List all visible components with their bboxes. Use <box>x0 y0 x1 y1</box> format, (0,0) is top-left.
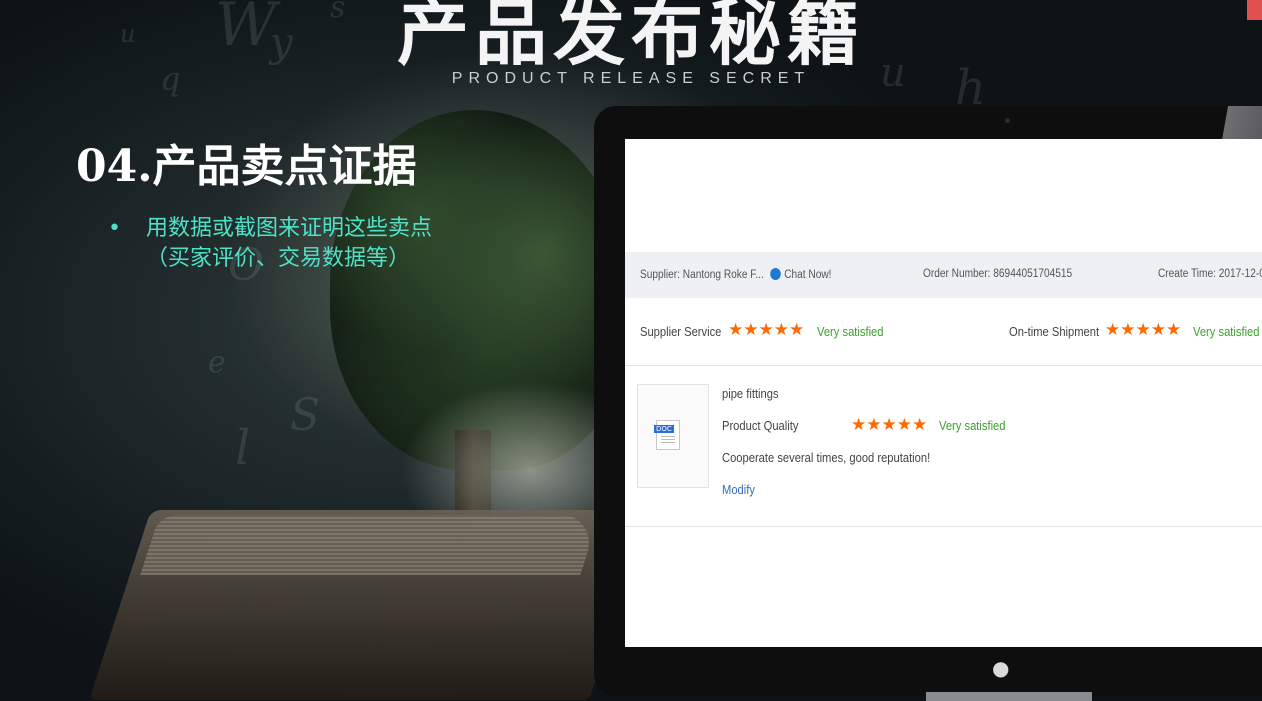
order-info-bar: Supplier: Nantong Roke F... Chat Now! Or… <box>625 252 1262 298</box>
product-thumbnail[interactable]: DOC <box>637 384 709 488</box>
product-quality-stars: ★★★★★ <box>851 415 928 434</box>
shipment-stars: ★★★★★ <box>1105 320 1182 339</box>
supplier-link[interactable]: Nantong Roke F... <box>683 269 764 281</box>
decor-letter: l <box>235 420 251 476</box>
product-name: pipe fittings <box>722 386 779 401</box>
order-number: Order Number: 86944051704515 <box>923 268 1072 280</box>
doc-lines <box>661 436 675 444</box>
shipment-label: On-time Shipment <box>1009 324 1100 339</box>
supplier-label: Supplier: <box>640 269 680 281</box>
create-time-value: 2017-12-0 <box>1218 268 1262 280</box>
section-title: 04.产品卖点证据 <box>76 141 417 192</box>
create-time: Create Time: 2017-12-0 <box>1158 268 1262 280</box>
bullet-line: 用数据或截图来证明这些卖点 <box>146 216 433 241</box>
bullet-marker: • <box>108 216 121 241</box>
doc-file-icon: DOC <box>654 420 680 450</box>
ratings-row: Supplier Service ★★★★★ Very satisfied On… <box>625 299 1262 366</box>
bullet-list: • 用数据或截图来证明这些卖点 （买家评价、交易数据等） <box>108 214 432 274</box>
product-quality-rating: Very satisfied <box>939 418 1006 433</box>
create-time-label: Create Time: <box>1158 268 1216 280</box>
product-quality-label: Product Quality <box>722 418 799 433</box>
modify-link[interactable]: Modify <box>722 482 755 497</box>
slide-subtitle: PRODUCT RELEASE SECRET <box>451 70 811 87</box>
webcam-icon <box>1005 118 1010 123</box>
decor-letter: S <box>290 390 321 441</box>
doc-tag: DOC <box>654 425 674 433</box>
order-number-label: Order Number: <box>923 268 991 280</box>
apple-logo-icon: ● <box>992 656 1010 680</box>
bullet-line: （买家评价、交易数据等） <box>146 246 411 271</box>
chat-now-link[interactable]: Chat Now! <box>784 269 831 281</box>
supplier-service-stars: ★★★★★ <box>728 320 805 339</box>
review-screenshot: Supplier: Nantong Roke F... Chat Now! Or… <box>625 139 1262 647</box>
chat-bubble-icon[interactable] <box>770 268 781 280</box>
decor-letter: e <box>208 345 226 380</box>
book-pages <box>140 515 600 575</box>
supplier-service-rating: Very satisfied <box>817 324 884 339</box>
monitor-stand <box>926 692 1092 701</box>
review-comment: Cooperate several times, good reputation… <box>722 450 931 465</box>
order-number-link[interactable]: 86944051704515 <box>993 268 1072 280</box>
product-review: DOC pipe fittings Product Quality ★★★★★ … <box>625 366 1262 527</box>
bullet-item: • 用数据或截图来证明这些卖点 （买家评价、交易数据等） <box>108 214 432 274</box>
shipment-rating: Very satisfied <box>1193 324 1260 339</box>
supplier-info: Supplier: Nantong Roke F... Chat Now! <box>640 268 831 281</box>
slide-title: 产品发布秘籍 <box>396 0 865 75</box>
supplier-service-label: Supplier Service <box>640 324 722 339</box>
